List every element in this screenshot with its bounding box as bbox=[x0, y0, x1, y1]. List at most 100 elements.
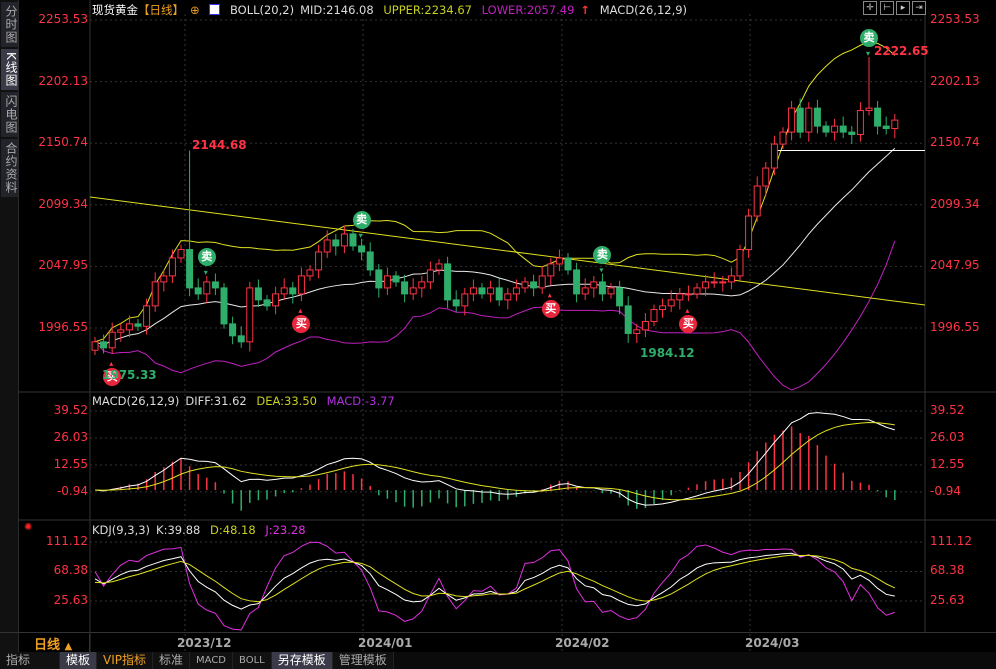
buy-signal-icon[interactable]: 买 bbox=[541, 299, 560, 318]
settings-icon[interactable]: ⊕ bbox=[190, 3, 200, 17]
candle-body bbox=[375, 269, 383, 289]
move-right-icon[interactable]: ⇥ bbox=[912, 1, 926, 15]
price-tick: 2099.34 bbox=[930, 196, 980, 211]
high-annotation-mar: 2222.65 bbox=[874, 44, 929, 58]
candle-body bbox=[289, 287, 297, 295]
kdj-alert-icon[interactable]: ✺ bbox=[24, 522, 32, 533]
arrow-up-icon: ↑ bbox=[580, 3, 591, 17]
macd-dea: DEA:33.50 bbox=[256, 394, 317, 408]
sell-arrow-icon: ▾ bbox=[866, 49, 870, 58]
candle-body bbox=[676, 293, 684, 301]
candle-body bbox=[143, 305, 151, 327]
tab-save-template[interactable]: 另存模板 bbox=[271, 652, 333, 669]
indicator-chart-icon[interactable] bbox=[209, 4, 221, 15]
low-annotation-feb: 1984.12 bbox=[640, 346, 695, 360]
candle-body bbox=[469, 287, 477, 295]
date-tick: 2024/02 bbox=[555, 636, 610, 650]
macd-tick: 26.03 bbox=[53, 429, 88, 444]
macd-tick: -0.94 bbox=[56, 483, 88, 498]
tab-macd[interactable]: MACD bbox=[190, 652, 234, 669]
candle-body bbox=[573, 269, 581, 295]
buy-arrow-icon: ▴ bbox=[548, 291, 552, 300]
macd-value: MACD:-3.77 bbox=[326, 394, 395, 408]
price-tick: 2047.95 bbox=[38, 258, 88, 273]
tab-indicator[interactable]: 指标 bbox=[0, 652, 60, 669]
chart-canvas[interactable]: ▾ ▾ ▾ ▾ ▴ ▴ ▴ ▴ bbox=[0, 0, 996, 669]
candle-body bbox=[538, 275, 546, 289]
candle-body bbox=[401, 281, 409, 295]
candle-body bbox=[521, 281, 529, 289]
candle-body bbox=[125, 323, 133, 331]
candle-body bbox=[297, 275, 305, 295]
sell-arrow-icon: ▾ bbox=[359, 231, 363, 240]
crosshair-icon[interactable]: ✛ bbox=[863, 1, 877, 15]
sell-signal-icon[interactable]: 卖 bbox=[197, 247, 216, 266]
candle-body bbox=[822, 125, 830, 133]
candle-body bbox=[366, 251, 374, 271]
price-tick: 2202.13 bbox=[38, 73, 88, 88]
tab-standard[interactable]: 标准 bbox=[153, 652, 191, 669]
macd-tick: 26.03 bbox=[930, 429, 965, 444]
candle-body bbox=[194, 287, 202, 295]
candle-body bbox=[349, 233, 357, 247]
zoom-in-icon[interactable]: ⊢ bbox=[880, 1, 894, 15]
candle-body bbox=[315, 251, 323, 271]
sell-arrow-icon: ▾ bbox=[204, 268, 208, 277]
candle-body bbox=[246, 287, 254, 343]
kdj-tick: 111.12 bbox=[46, 534, 88, 548]
date-axis: 日线 ▲ 2023/12 2024/01 2024/02 2024/03 bbox=[0, 632, 996, 653]
candle-body bbox=[177, 249, 185, 259]
candle-body bbox=[383, 275, 391, 289]
price-tick: 2202.13 bbox=[930, 73, 980, 88]
candle-body bbox=[100, 341, 108, 349]
candle-body bbox=[186, 249, 194, 289]
macd-tick: 12.55 bbox=[930, 456, 965, 471]
kdj-legend-name: KDJ(9,3,3) bbox=[92, 523, 151, 537]
candle-body bbox=[788, 107, 796, 133]
candle-body bbox=[607, 287, 615, 295]
candle-body bbox=[762, 167, 770, 187]
candle-body bbox=[332, 239, 340, 247]
candle-body bbox=[306, 269, 314, 277]
period-selector[interactable]: 日线 ▲ bbox=[20, 634, 90, 653]
price-tick: 1996.55 bbox=[38, 319, 88, 334]
tab-boll[interactable]: BOLL bbox=[233, 652, 272, 669]
boll-upper: UPPER:2234.67 bbox=[383, 3, 472, 17]
candle-body bbox=[254, 287, 262, 301]
candle-body bbox=[831, 125, 839, 133]
candle-body bbox=[891, 119, 899, 130]
period-label: 【日线】 bbox=[138, 3, 184, 17]
candle-body bbox=[323, 239, 331, 253]
candle-body bbox=[667, 299, 675, 307]
candle-body bbox=[650, 308, 658, 322]
candle-body bbox=[659, 305, 667, 310]
price-tick: 2253.53 bbox=[930, 12, 980, 26]
kdj-k: K:39.88 bbox=[156, 523, 201, 537]
candle-body bbox=[779, 131, 787, 145]
candle-body bbox=[616, 287, 624, 307]
zoom-out-icon[interactable]: ▸ bbox=[896, 1, 910, 15]
candle-body bbox=[495, 287, 503, 301]
price-tick: 2150.74 bbox=[930, 135, 980, 150]
candle-body bbox=[796, 107, 804, 133]
candle-body bbox=[745, 215, 753, 251]
high-annotation: 2144.68 bbox=[192, 138, 247, 152]
triangle-up-icon: ▲ bbox=[64, 641, 73, 652]
tab-template[interactable]: 模板 bbox=[60, 652, 98, 669]
price-tick: 1996.55 bbox=[930, 319, 980, 334]
kdj-tick: 25.63 bbox=[930, 592, 965, 607]
candle-body bbox=[504, 293, 512, 301]
price-tick: 2150.74 bbox=[38, 135, 88, 150]
sell-signal-icon[interactable]: 卖 bbox=[593, 245, 612, 264]
boll-mid-line bbox=[94, 147, 896, 346]
candle-body bbox=[684, 293, 692, 296]
symbol-name: 现货黄金 bbox=[92, 3, 138, 17]
candle-body bbox=[487, 287, 495, 295]
tab-manage-template[interactable]: 管理模板 bbox=[332, 652, 394, 669]
tab-vip-indicator[interactable]: VIP指标 bbox=[97, 652, 154, 669]
candle-body bbox=[237, 335, 245, 343]
candle-body bbox=[641, 320, 649, 331]
buy-arrow-icon: ▴ bbox=[109, 359, 113, 368]
sell-signal-icon[interactable]: 卖 bbox=[352, 210, 371, 229]
date-tick: 2024/01 bbox=[358, 636, 413, 650]
